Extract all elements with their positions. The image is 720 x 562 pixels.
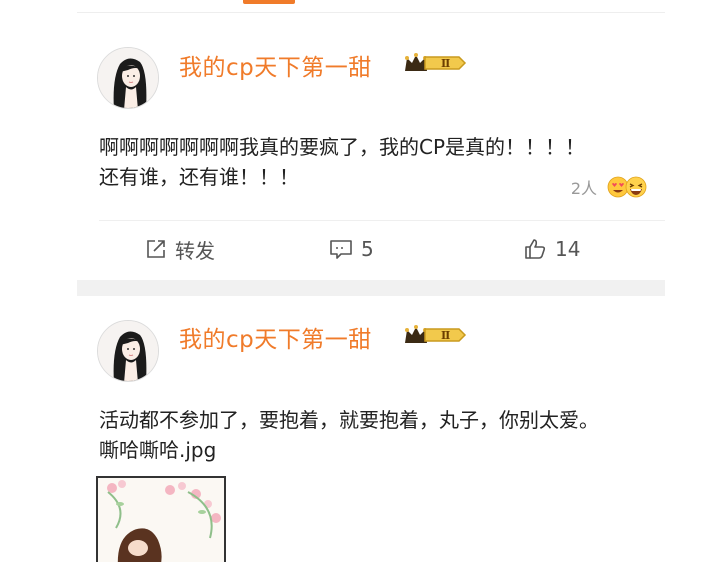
top-divider <box>77 12 665 13</box>
avatar-illustration <box>98 48 158 108</box>
feed-post: 我的cp天下第一甜 Ⅱ 活动都不参加了，要抱着，就要抱着，丸子，你别太爱。 嘶哈… <box>77 296 665 562</box>
like-button[interactable]: 14 <box>523 236 580 262</box>
illustration-image <box>98 478 224 562</box>
username[interactable]: 我的cp天下第一甜 <box>179 320 372 354</box>
post-content: 活动都不参加了，要抱着，就要抱着，丸子，你别太爱。 嘶哈嘶哈.jpg <box>99 405 599 465</box>
content-line: 嘶哈嘶哈.jpg <box>99 438 217 462</box>
vip-level-badge-icon[interactable]: Ⅱ <box>403 51 467 75</box>
post-separator <box>77 280 665 296</box>
username[interactable]: 我的cp天下第一甜 <box>179 48 372 82</box>
feed-post: 我的cp天下第一甜 Ⅱ 啊啊啊啊啊啊啊我真的要疯了，我的CP是真的！！！！ 还有… <box>77 14 665 280</box>
repost-label: 转发 <box>175 238 215 263</box>
reaction-count: 2人 <box>570 179 597 198</box>
avatar-illustration <box>98 321 158 381</box>
comment-icon <box>330 240 352 259</box>
comment-button[interactable]: 5 <box>329 236 374 262</box>
comment-count: 5 <box>361 237 374 261</box>
actions-divider <box>99 220 665 221</box>
vip-level-badge-icon[interactable]: Ⅱ <box>403 323 467 347</box>
content-line: 啊啊啊啊啊啊啊我真的要疯了，我的CP是真的！！！！ <box>99 135 586 159</box>
feed-page: 我的cp天下第一甜 Ⅱ 啊啊啊啊啊啊啊我真的要疯了，我的CP是真的！！！！ 还有… <box>0 0 720 562</box>
post-image-thumbnail[interactable] <box>96 476 226 562</box>
avatar[interactable] <box>97 47 159 109</box>
repost-button[interactable]: 转发 <box>145 236 215 263</box>
thumbs-up-icon <box>525 239 546 259</box>
grinning-squint-emoji-icon <box>625 176 647 198</box>
post-content: 啊啊啊啊啊啊啊我真的要疯了，我的CP是真的！！！！ 还有谁，还有谁！！！ <box>99 132 585 192</box>
vip-level-label: Ⅱ <box>441 329 450 342</box>
avatar[interactable] <box>97 320 159 382</box>
content-line: 还有谁，还有谁！！！ <box>99 165 299 189</box>
reaction-summary[interactable]: 2人 <box>571 174 647 200</box>
like-count: 14 <box>555 237 581 261</box>
content-line: 活动都不参加了，要抱着，就要抱着，丸子，你别太爱。 <box>99 408 599 432</box>
active-tab-indicator <box>243 0 295 4</box>
vip-level-label: Ⅱ <box>441 57 450 70</box>
repost-icon <box>147 240 165 258</box>
